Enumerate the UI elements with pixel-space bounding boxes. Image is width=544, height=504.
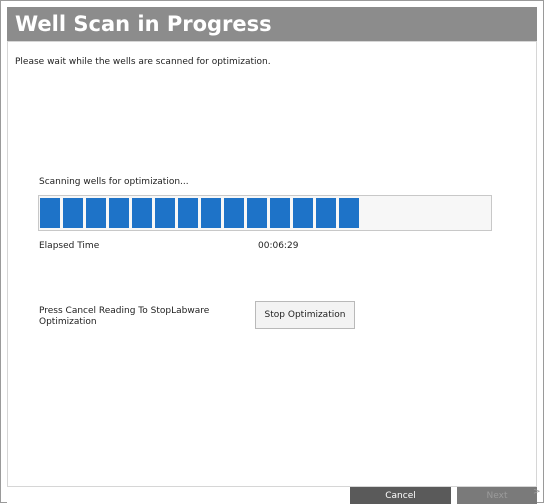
progress-fill xyxy=(40,198,359,228)
progress-segment xyxy=(86,198,106,228)
progress-segment xyxy=(178,198,198,228)
progress-segment xyxy=(109,198,129,228)
progress-segment xyxy=(132,198,152,228)
scan-status-label: Scanning wells for optimization... xyxy=(39,177,189,187)
chevron-right-icon: > xyxy=(533,487,541,497)
stop-optimization-button[interactable]: Stop Optimization xyxy=(255,301,355,329)
stop-instruction-text: Press Cancel Reading To StopLabware Opti… xyxy=(39,306,210,327)
progress-segment xyxy=(201,198,221,228)
footer-bar: Cancel Next xyxy=(7,487,537,504)
progress-segment xyxy=(293,198,313,228)
cancel-button[interactable]: Cancel xyxy=(350,487,451,504)
next-button[interactable]: Next xyxy=(457,487,537,504)
progress-segment xyxy=(224,198,244,228)
progress-segment xyxy=(63,198,83,228)
progress-segment xyxy=(40,198,60,228)
content-panel xyxy=(7,41,537,487)
elapsed-time-label: Elapsed Time xyxy=(39,241,100,251)
elapsed-time-value: 00:06:29 xyxy=(258,241,299,251)
progress-segment xyxy=(247,198,267,228)
header-bar: Well Scan in Progress xyxy=(7,7,537,41)
dialog-window: Well Scan in Progress Please wait while … xyxy=(0,0,544,504)
progress-segment xyxy=(155,198,175,228)
scan-progress-bar xyxy=(38,195,492,231)
progress-segment xyxy=(270,198,290,228)
progress-segment xyxy=(339,198,359,228)
progress-segment xyxy=(316,198,336,228)
page-title: Well Scan in Progress xyxy=(15,12,272,36)
instruction-text: Please wait while the wells are scanned … xyxy=(15,57,271,67)
